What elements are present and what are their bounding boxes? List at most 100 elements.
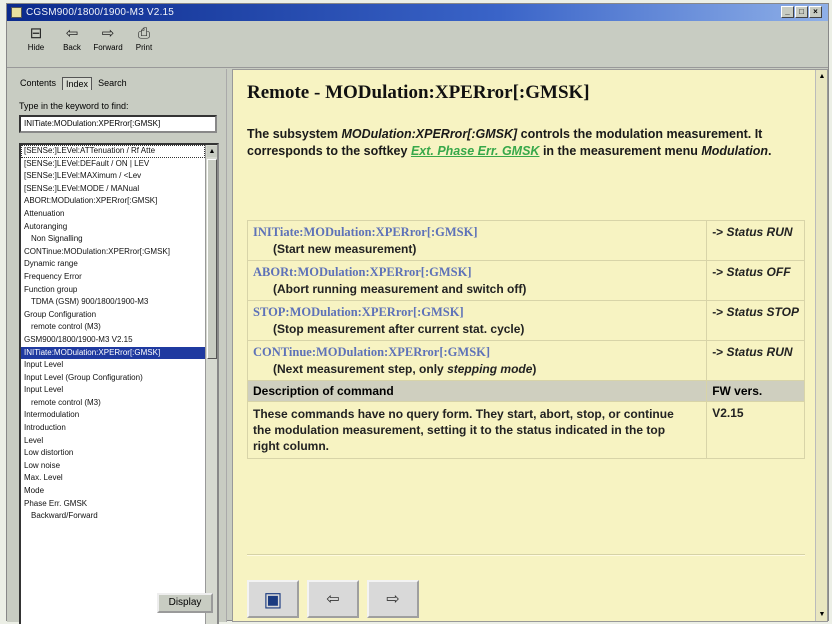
command-name[interactable]: INITiate:MODulation:XPERror[:GMSK] bbox=[253, 225, 478, 239]
close-icon[interactable]: × bbox=[809, 6, 822, 18]
index-item[interactable]: Mode bbox=[21, 485, 205, 498]
scroll-thumb[interactable] bbox=[207, 159, 217, 359]
hide-label: Hide bbox=[27, 43, 45, 52]
description-text: (Stop measurement after current stat. cy… bbox=[273, 322, 525, 336]
scroll-up-icon[interactable]: ▲ bbox=[207, 146, 217, 157]
index-item[interactable]: CONTinue:MODulation:XPERror[:GMSK] bbox=[21, 246, 205, 259]
index-item[interactable]: Frequency Error bbox=[21, 271, 205, 284]
description-row: These commands have no query form. They … bbox=[246, 401, 805, 459]
minimize-icon[interactable]: _ bbox=[781, 6, 794, 18]
index-item[interactable]: Dynamic range bbox=[21, 258, 205, 271]
print-button[interactable]: ⎙ Print bbox=[127, 22, 161, 64]
next-topic-button[interactable]: ⇨ bbox=[367, 580, 419, 618]
fw-version: V2.15 bbox=[706, 401, 805, 459]
status-cell: -> Status OFF bbox=[706, 260, 805, 301]
index-item[interactable]: [SENSe:]LEVel:MAXimum / <Lev bbox=[21, 170, 205, 183]
description-end: ) bbox=[532, 362, 537, 376]
description-text: (Abort running measurement and switch of… bbox=[273, 282, 527, 296]
maximize-icon[interactable]: □ bbox=[795, 6, 808, 18]
status-cell: -> Status RUN bbox=[706, 220, 805, 261]
tab-search[interactable]: Search bbox=[95, 77, 130, 90]
tab-index[interactable]: Index bbox=[62, 77, 93, 90]
index-item[interactable]: Group Configuration bbox=[21, 309, 205, 322]
description-header: Description of command bbox=[246, 380, 708, 402]
index-item[interactable]: [SENSe:]LEVel:ATTenuation / Rf Atte bbox=[21, 145, 205, 158]
index-item[interactable]: Phase Err. GMSK bbox=[21, 498, 205, 511]
topic-navigation: ▣ ⇦ ⇨ bbox=[247, 580, 419, 618]
home-button[interactable]: ▣ bbox=[247, 580, 299, 618]
index-scrollbar[interactable]: ▲ ▼ bbox=[205, 145, 217, 624]
command-name[interactable]: CONTinue:MODulation:XPERror[:GMSK] bbox=[253, 345, 490, 359]
command-row: CONTinue:MODulation:XPERror[:GMSK] (Next … bbox=[246, 340, 805, 381]
index-item[interactable]: GSM900/1800/1900-M3 V2.15 bbox=[21, 334, 205, 347]
command-description: (Stop measurement after current stat. cy… bbox=[253, 322, 701, 336]
index-item[interactable]: Function group bbox=[21, 284, 205, 297]
index-item[interactable]: Input Level bbox=[21, 359, 205, 372]
topic-pane: Remote - MODulation:XPERror[:GMSK] The s… bbox=[232, 69, 828, 622]
tab-contents[interactable]: Contents bbox=[17, 77, 59, 90]
help-window: CGSM900/1800/1900-M3 V2.15 _ □ × ⊟ Hide … bbox=[6, 3, 829, 624]
navigation-tabs: Contents Index Search bbox=[17, 77, 130, 90]
status-cell: -> Status RUN bbox=[706, 340, 805, 381]
index-item[interactable]: Input Level bbox=[21, 384, 205, 397]
scroll-down-icon[interactable]: ▼ bbox=[817, 609, 827, 620]
help-home-icon: ▣ bbox=[263, 588, 283, 611]
index-item[interactable]: remote control (M3) bbox=[21, 321, 205, 334]
index-item[interactable]: Level bbox=[21, 435, 205, 448]
display-button[interactable]: Display bbox=[157, 593, 213, 613]
hide-icon: ⊟ bbox=[29, 25, 43, 42]
toolbar: ⊟ Hide ⇦ Back ⇨ Forward ⎙ Print bbox=[7, 22, 828, 68]
index-item[interactable]: [SENSe:]LEVel:DEFault / ON | LEV bbox=[21, 158, 205, 171]
hide-button[interactable]: ⊟ Hide bbox=[19, 22, 53, 64]
status-text: Status RUN bbox=[726, 225, 793, 239]
intro-subsystem: MODulation:XPERror[:GMSK] bbox=[341, 127, 518, 141]
command-row: STOP:MODulation:XPERror[:GMSK] (Stop meas… bbox=[246, 300, 805, 341]
intro-text-3: in the measurement menu bbox=[539, 144, 702, 158]
status-text: Status RUN bbox=[726, 345, 793, 359]
description-header-row: Description of command FW vers. bbox=[246, 380, 805, 402]
status-arrow: -> bbox=[712, 305, 727, 319]
command-row: ABORt:MODulation:XPERror[:GMSK] (Abort ru… bbox=[246, 260, 805, 301]
status-text: Status STOP bbox=[726, 305, 799, 319]
command-table: INITiate:MODulation:XPERror[:GMSK] (Start… bbox=[246, 220, 805, 459]
index-item[interactable]: Attenuation bbox=[21, 208, 205, 221]
fw-version-header: FW vers. bbox=[706, 380, 805, 402]
back-arrow-icon: ⇦ bbox=[65, 25, 79, 42]
app-icon bbox=[11, 7, 22, 18]
index-item[interactable]: INITiate:MODulation:XPERror[:GMSK] bbox=[21, 346, 205, 360]
command-name[interactable]: ABORt:MODulation:XPERror[:GMSK] bbox=[253, 265, 472, 279]
index-item[interactable]: [SENSe:]LEVel:MODE / MANual bbox=[21, 183, 205, 196]
title-bar: CGSM900/1800/1900-M3 V2.15 _ □ × bbox=[7, 4, 828, 21]
scroll-up-icon[interactable]: ▲ bbox=[817, 71, 827, 82]
index-item[interactable]: Backward/Forward bbox=[21, 510, 205, 523]
back-button[interactable]: ⇦ Back bbox=[55, 22, 89, 64]
divider-top bbox=[247, 554, 805, 556]
index-item[interactable]: Intermodulation bbox=[21, 409, 205, 422]
index-item[interactable]: Introduction bbox=[21, 422, 205, 435]
softkey-link[interactable]: Ext. Phase Err. GMSK bbox=[411, 144, 540, 158]
description-italic: stepping mode bbox=[447, 362, 533, 376]
index-item[interactable]: remote control (M3) bbox=[21, 397, 205, 410]
window-title: CGSM900/1800/1900-M3 V2.15 bbox=[26, 7, 175, 18]
index-item[interactable]: Low noise bbox=[21, 460, 205, 473]
command-name[interactable]: STOP:MODulation:XPERror[:GMSK] bbox=[253, 305, 464, 319]
topic-scrollbar[interactable]: ▲ ▼ bbox=[815, 70, 827, 621]
topic-content: Remote - MODulation:XPERror[:GMSK] The s… bbox=[247, 82, 807, 160]
description-text: (Start new measurement) bbox=[273, 242, 417, 256]
command-description: (Next measurement step, only stepping mo… bbox=[253, 362, 701, 376]
index-item[interactable]: Max. Level bbox=[21, 472, 205, 485]
index-item[interactable]: Autoranging bbox=[21, 221, 205, 234]
index-item[interactable]: TDMA (GSM) 900/1800/1900-M3 bbox=[21, 296, 205, 309]
status-arrow: -> bbox=[712, 265, 727, 279]
previous-topic-button[interactable]: ⇦ bbox=[307, 580, 359, 618]
index-item[interactable]: Non Signalling bbox=[21, 233, 205, 246]
keyword-label: Type in the keyword to find: bbox=[19, 101, 129, 111]
forward-button[interactable]: ⇨ Forward bbox=[91, 22, 125, 64]
index-item[interactable]: Low distortion bbox=[21, 447, 205, 460]
printer-icon: ⎙ bbox=[137, 25, 150, 42]
index-list[interactable]: [SENSe:]LEVel:ATTenuation / Rf Atte [SENS… bbox=[19, 143, 219, 624]
index-item[interactable]: Input Level (Group Configuration) bbox=[21, 372, 205, 385]
description-text: These commands have no query form. They … bbox=[246, 401, 708, 459]
index-item[interactable]: ABORt:MODulation:XPERror[:GMSK] bbox=[21, 195, 205, 208]
keyword-input[interactable]: INITiate:MODulation:XPERror[:GMSK] bbox=[19, 115, 217, 133]
